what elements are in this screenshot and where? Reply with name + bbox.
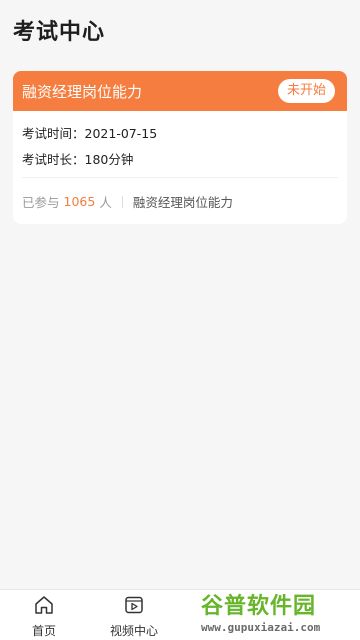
card-divider — [22, 177, 338, 178]
page-title: 考试中心 — [13, 20, 106, 45]
exam-center-page: 考试中心 融资经理岗位能力 未开始 考试时间：2021-07-15 考试时长：1… — [0, 0, 360, 640]
tab-video-center[interactable]: 视频中心 — [102, 594, 166, 639]
watermark: 谷普软件园 www.gupuxiazai.com — [195, 585, 360, 640]
tab-home[interactable]: 首页 — [12, 594, 76, 639]
exam-duration-label: 考试时长： — [22, 152, 85, 167]
exam-time-label: 考试时间： — [22, 126, 85, 141]
exam-card-footer: 已参与 1065 人 融资经理岗位能力 — [22, 192, 233, 211]
status-badge: 未开始 — [277, 79, 335, 103]
exam-category: 融资经理岗位能力 — [132, 195, 233, 210]
participants-prefix: 已参与 — [22, 195, 60, 210]
exam-info: 考试时间：2021-07-15 考试时长：180分钟 — [13, 111, 347, 173]
exam-title: 融资经理岗位能力 — [22, 82, 143, 101]
exam-duration-value: 180分钟 — [84, 152, 134, 167]
participants-count: 1065 — [63, 194, 96, 209]
footer-separator — [121, 195, 123, 208]
participants-suffix: 人 — [99, 195, 112, 210]
video-icon — [123, 594, 145, 620]
home-icon — [33, 594, 55, 620]
tab-home-label: 首页 — [31, 624, 56, 638]
exam-card-header: 融资经理岗位能力 未开始 — [13, 71, 347, 111]
exam-time-row: 考试时间：2021-07-15 — [22, 121, 338, 147]
tab-video-label: 视频中心 — [109, 624, 158, 638]
watermark-brand: 谷普软件园 — [201, 594, 317, 619]
exam-duration-row: 考试时长：180分钟 — [22, 147, 338, 173]
exam-time-value: 2021-07-15 — [84, 126, 158, 141]
exam-card[interactable]: 融资经理岗位能力 未开始 考试时间：2021-07-15 考试时长：180分钟 … — [13, 71, 347, 224]
watermark-url: www.gupuxiazai.com — [201, 621, 321, 634]
